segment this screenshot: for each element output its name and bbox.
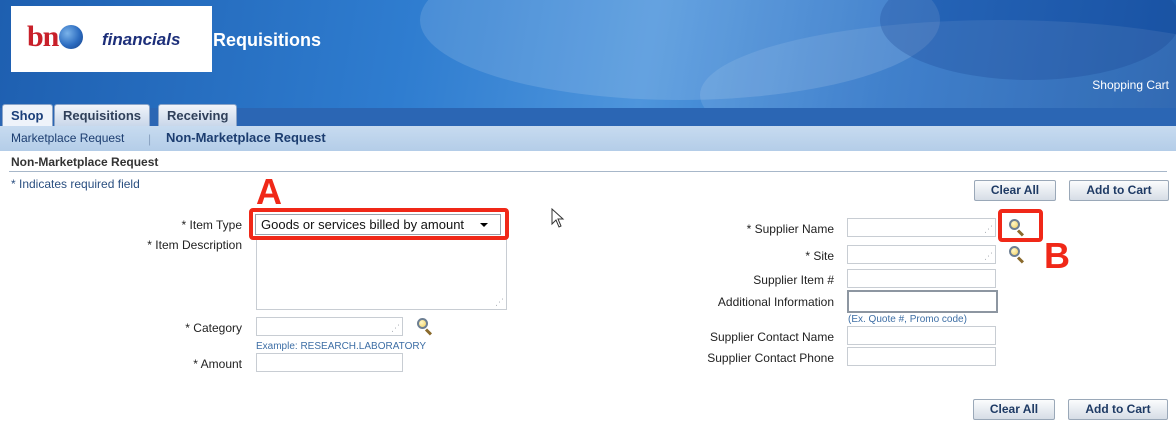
item-type-label: * Item Type — [181, 218, 242, 232]
supplier-contact-phone-input[interactable] — [847, 347, 996, 366]
supplier-name-label: * Supplier Name — [746, 222, 834, 236]
section-divider — [9, 171, 1167, 172]
amount-input[interactable] — [256, 353, 403, 372]
additional-information-label: Additional Information — [717, 295, 834, 309]
subnav-separator: | — [148, 132, 152, 146]
annotation-label-b: B — [1044, 235, 1070, 276]
tab-shop[interactable]: Shop — [2, 104, 53, 126]
supplier-name-input[interactable]: ⋰ — [847, 218, 996, 237]
section-title: Non-Marketplace Request — [11, 155, 159, 169]
annotation-label-a: A — [256, 171, 282, 212]
supplier-contact-name-input[interactable] — [847, 326, 996, 345]
additional-information-input[interactable] — [847, 290, 998, 313]
subnav-marketplace-request[interactable]: Marketplace Request — [11, 131, 124, 145]
category-example-hint: Example: RESEARCH.LABORATORY — [256, 341, 427, 352]
annotation-box-b — [998, 209, 1043, 242]
mouse-cursor-icon — [551, 208, 565, 228]
clear-all-button-top[interactable]: Clear All — [974, 180, 1056, 201]
additional-information-hint: (Ex. Quote #, Promo code) — [848, 314, 967, 325]
annotation-box-a — [249, 208, 509, 240]
category-label: * Category — [185, 321, 242, 335]
supplier-contact-name-label: Supplier Contact Name — [709, 330, 834, 344]
item-description-textarea[interactable]: ⋰ — [256, 238, 507, 310]
sub-navigation: Marketplace Request | Non-Marketplace Re… — [0, 126, 1176, 151]
site-input[interactable]: ⋰ — [847, 245, 996, 264]
shopping-cart-link[interactable]: Shopping Cart — [1092, 78, 1169, 92]
resize-handle-icon: ⋰ — [984, 251, 993, 261]
supplier-item-label: Supplier Item # — [753, 273, 834, 287]
subnav-non-marketplace-request[interactable]: Non-Marketplace Request — [166, 130, 326, 145]
tab-receiving[interactable]: Receiving — [158, 104, 238, 126]
site-label: * Site — [805, 249, 834, 263]
supplier-item-input[interactable] — [847, 269, 996, 288]
item-description-label: * Item Description — [147, 238, 242, 252]
resize-handle-icon: ⋰ — [984, 224, 993, 234]
resize-handle-icon[interactable]: ⋰ — [495, 297, 504, 308]
company-logo: bn financials — [11, 6, 212, 72]
site-search-icon[interactable] — [1008, 245, 1026, 264]
category-input[interactable]: ⋰ — [256, 317, 403, 336]
tab-requisitions[interactable]: Requisitions — [54, 104, 151, 126]
clear-all-button-bottom[interactable]: Clear All — [973, 399, 1055, 420]
logo-globe-icon — [59, 25, 83, 49]
category-search-icon[interactable] — [416, 317, 434, 336]
add-to-cart-button-top[interactable]: Add to Cart — [1069, 180, 1169, 201]
resize-handle-icon: ⋰ — [391, 323, 400, 333]
supplier-contact-phone-label: Supplier Contact Phone — [707, 351, 834, 365]
app-title: Requisitions — [213, 30, 322, 50]
amount-label: * Amount — [193, 357, 242, 371]
logo-mark: bn — [27, 20, 59, 53]
logo-text: financials — [102, 30, 181, 49]
required-field-note: * Indicates required field — [11, 177, 140, 191]
add-to-cart-button-bottom[interactable]: Add to Cart — [1068, 399, 1168, 420]
